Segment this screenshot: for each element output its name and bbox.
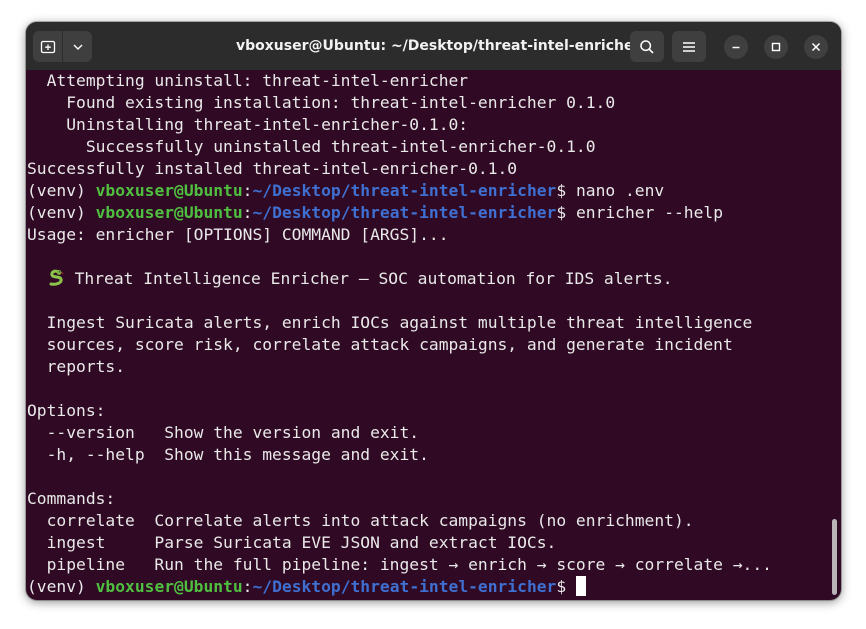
prompt-dollar: $ (556, 577, 576, 596)
prompt-line: (venv) vboxuser@Ubuntu:~/Desktop/threat-… (27, 180, 841, 202)
terminal-output[interactable]: Attempting uninstall: threat-intel-enric… (26, 70, 841, 600)
vertical-scrollbar[interactable] (832, 519, 837, 595)
prompt-path: ~/Desktop/threat-intel-enricher (252, 577, 557, 596)
snake-emoji-icon (49, 269, 63, 286)
prompt-line: (venv) vboxuser@Ubuntu:~/Desktop/threat-… (27, 202, 841, 224)
maximize-button[interactable] (764, 35, 788, 59)
prompt-dollar: $ (556, 203, 576, 222)
prompt-user-host: vboxuser@Ubuntu (95, 181, 243, 200)
venv-label: (venv) (27, 203, 96, 222)
prompt-colon: : (242, 181, 253, 200)
prompt-path: ~/Desktop/threat-intel-enricher (252, 203, 557, 222)
usage-line: Usage: enricher [OPTIONS] COMMAND [ARGS]… (27, 225, 449, 244)
terminal-window: vboxuser@Ubuntu: ~/Desktop/threat-intel-… (26, 22, 841, 600)
close-icon (811, 42, 821, 52)
prompt-colon: : (242, 203, 253, 222)
command-line: correlate Correlate alerts into attack c… (27, 511, 694, 530)
prompt-path: ~/Desktop/threat-intel-enricher (252, 181, 557, 200)
description-line: sources, score risk, correlate attack ca… (27, 335, 733, 354)
output-line: Successfully uninstalled threat-intel-en… (27, 137, 596, 156)
output-line: Attempting uninstall: threat-intel-enric… (27, 71, 469, 90)
command-line: pipeline Run the full pipeline: ingest →… (27, 555, 772, 574)
venv-label: (venv) (27, 577, 96, 596)
option-line: -h, --help Show this message and exit. (27, 445, 429, 464)
output-line: Uninstalling threat-intel-enricher-0.1.0… (27, 115, 469, 134)
description-title-line: Threat Intelligence Enricher — SOC autom… (27, 268, 841, 290)
minimize-icon (732, 46, 740, 49)
search-icon (640, 39, 654, 54)
command-line: ingest Parse Suricata EVE JSON and extra… (27, 533, 557, 552)
new-tab-icon (40, 40, 55, 53)
search-button[interactable] (630, 31, 664, 62)
chevron-down-icon (73, 44, 82, 50)
tab-menu-button[interactable] (63, 31, 92, 62)
prompt-user-host: vboxuser@Ubuntu (95, 203, 243, 222)
output-line: Found existing installation: threat-inte… (27, 93, 616, 112)
venv-label: (venv) (27, 181, 96, 200)
description-line: reports. (27, 357, 126, 376)
minimize-button[interactable] (724, 35, 748, 59)
window-title: vboxuser@Ubuntu: ~/Desktop/threat-intel-… (236, 38, 631, 54)
hamburger-menu-icon (683, 41, 695, 52)
main-menu-button[interactable] (672, 31, 706, 62)
active-prompt-line[interactable]: (venv) vboxuser@Ubuntu:~/Desktop/threat-… (27, 576, 841, 598)
new-tab-button-group (33, 31, 92, 62)
prompt-user-host: vboxuser@Ubuntu (95, 577, 243, 596)
maximize-icon (771, 42, 781, 52)
description-line: Ingest Suricata alerts, enrich IOCs agai… (27, 313, 753, 332)
command-text: enricher --help (575, 203, 724, 222)
prompt-colon: : (242, 577, 253, 596)
option-line: --version Show the version and exit. (27, 423, 420, 442)
options-header: Options: (27, 401, 106, 420)
text-cursor (575, 576, 586, 596)
commands-header: Commands: (27, 489, 116, 508)
description-title: Threat Intelligence Enricher — SOC autom… (74, 269, 673, 288)
prompt-dollar: $ (556, 181, 576, 200)
close-button[interactable] (804, 35, 828, 59)
command-text: nano .env (575, 181, 665, 200)
output-line: Successfully installed threat-intel-enri… (27, 159, 518, 178)
title-bar[interactable]: vboxuser@Ubuntu: ~/Desktop/threat-intel-… (26, 22, 841, 70)
new-tab-button[interactable] (33, 31, 62, 62)
